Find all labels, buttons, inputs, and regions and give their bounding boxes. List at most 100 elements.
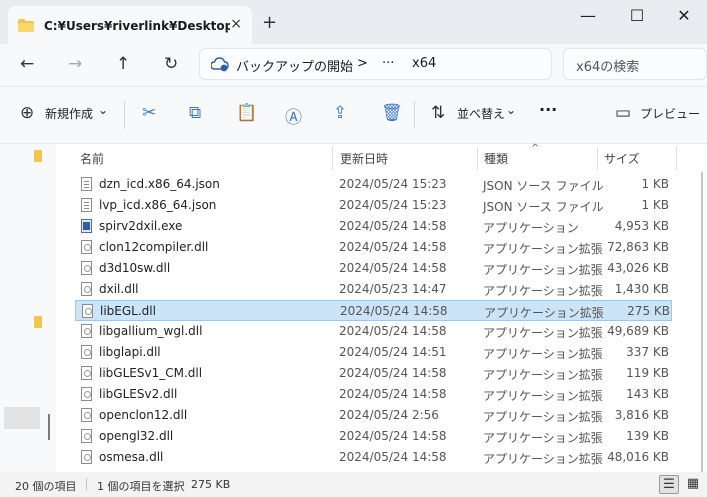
json-file-icon	[81, 198, 92, 212]
dll-file-icon	[81, 366, 92, 380]
file-type: アプリケーション拡張	[483, 284, 603, 298]
preview-button[interactable]: プレビュー	[640, 105, 700, 122]
file-size: 1 KB	[641, 177, 669, 191]
file-size: 275 KB	[627, 304, 670, 318]
file-size: 337 KB	[626, 345, 669, 359]
folder-icon	[34, 316, 42, 328]
file-type: アプリケーション拡張	[483, 242, 603, 256]
chevron-down-icon[interactable]: ⌄	[506, 103, 516, 117]
nav-selected-item[interactable]	[4, 407, 40, 429]
share-icon[interactable]: ⇪	[333, 103, 347, 123]
sort-icon: ⇅	[431, 103, 446, 123]
column-divider[interactable]	[477, 146, 478, 170]
file-size: 43,026 KB	[607, 261, 669, 275]
toolbar-divider	[414, 101, 415, 129]
file-row[interactable]: libGLESv2.dll 2024/05/24 14:58 アプリケーション拡張 1…	[75, 384, 672, 405]
paste-icon[interactable]: 📋	[236, 103, 257, 123]
back-button[interactable]: ←	[20, 54, 34, 74]
file-size: 49,689 KB	[607, 324, 669, 338]
sort-button[interactable]: 並べ替え	[457, 105, 505, 122]
delete-icon[interactable]: 🗑	[381, 103, 403, 123]
tab-current[interactable]: C:¥Users¥riverlink¥Desktop¥新 ×	[8, 6, 252, 44]
file-row[interactable]: spirv2dxil.exe 2024/05/24 14:58 アプリケーション 4,…	[75, 216, 672, 237]
navigation-pane[interactable]	[0, 144, 56, 472]
file-name: libgallium_wgl.dll	[99, 324, 203, 338]
dll-file-icon	[81, 408, 92, 422]
vertical-scrollbar[interactable]	[701, 172, 703, 472]
file-date: 2024/05/24 14:58	[339, 240, 447, 254]
column-header-date[interactable]: 更新日時	[340, 150, 388, 167]
file-type: アプリケーション拡張	[483, 263, 603, 277]
file-size: 143 KB	[626, 387, 669, 401]
column-header-size[interactable]: サイズ	[604, 150, 640, 167]
file-type: アプリケーション拡張	[483, 410, 603, 424]
preview-pane-icon: ▭	[615, 103, 632, 123]
tab-close-icon[interactable]: ×	[230, 16, 242, 32]
column-divider[interactable]	[676, 146, 677, 170]
file-row[interactable]: clon12compiler.dll 2024/05/24 14:58 アプリケーシ…	[75, 237, 672, 258]
file-type: アプリケーション拡張	[484, 306, 604, 320]
maximize-button[interactable]: ☐	[617, 6, 657, 25]
file-row[interactable]: libgallium_wgl.dll 2024/05/24 14:58 アプリケーシ…	[75, 321, 672, 342]
file-row[interactable]: libGLESv1_CM.dll 2024/05/24 14:58 アプリケーション…	[75, 363, 672, 384]
file-row[interactable]: osmesa.dll 2024/05/24 14:58 アプリケーション拡張 48,0…	[75, 447, 672, 468]
file-row[interactable]: lvp_icd.x86_64.json 2024/05/24 15:23 JSON …	[75, 195, 672, 216]
minimize-button[interactable]: —	[568, 6, 608, 25]
breadcrumb-ellipsis[interactable]: ···	[382, 56, 394, 71]
new-button[interactable]: 新規作成	[45, 105, 93, 122]
dll-file-icon	[81, 345, 92, 359]
close-window-button[interactable]: ✕	[664, 6, 704, 25]
more-options-icon[interactable]: ···	[539, 100, 557, 119]
dll-file-icon	[81, 261, 92, 275]
file-name: osmesa.dll	[99, 450, 164, 464]
file-date: 2024/05/24 14:58	[339, 429, 447, 443]
details-view-button[interactable]: ☰	[659, 475, 679, 494]
column-divider[interactable]	[332, 146, 333, 170]
item-count: 20 個の項目	[15, 480, 77, 493]
status-divider	[86, 478, 87, 491]
nav-scrollbar[interactable]	[48, 414, 50, 440]
file-size: 4,953 KB	[614, 219, 669, 233]
selection-count: 1 個の項目を選択	[97, 480, 185, 493]
file-type: JSON ソース ファイル	[483, 200, 604, 214]
file-type: アプリケーション拡張	[483, 389, 603, 403]
sort-indicator-icon: ^	[531, 143, 540, 154]
file-size: 72,863 KB	[607, 240, 669, 254]
file-name: clon12compiler.dll	[99, 240, 209, 254]
copy-icon[interactable]: ⧉	[189, 103, 201, 123]
tiles-view-button[interactable]: ▦	[683, 475, 703, 494]
file-row[interactable]: openclon12.dll 2024/05/24 2:56 アプリケーション拡張 3…	[75, 405, 672, 426]
dll-file-icon	[81, 240, 92, 254]
column-header-name[interactable]: 名前	[80, 150, 104, 167]
search-input[interactable]: x64の検索	[563, 48, 707, 80]
file-row[interactable]: d3d10sw.dll 2024/05/24 14:58 アプリケーション拡張 43,…	[75, 258, 672, 279]
file-name: openclon12.dll	[99, 408, 188, 422]
title-bar: C:¥Users¥riverlink¥Desktop¥新 × + — ☐ ✕	[0, 0, 707, 44]
file-row[interactable]: opengl32.dll 2024/05/24 14:58 アプリケーション拡張 13…	[75, 426, 672, 447]
column-divider[interactable]	[597, 146, 598, 170]
toolbar-divider	[124, 101, 125, 129]
breadcrumb-backup[interactable]: バックアップの開始	[236, 56, 353, 75]
column-header-row: 名前 更新日時 種類 ^ サイズ	[56, 143, 707, 172]
application-file-icon	[81, 219, 92, 233]
breadcrumb-current[interactable]: x64	[412, 56, 436, 71]
file-type: JSON ソース ファイル	[483, 179, 604, 193]
new-tab-button[interactable]: +	[262, 12, 277, 33]
new-icon: ⊕	[20, 103, 35, 123]
file-date: 2024/05/24 14:51	[339, 345, 447, 359]
refresh-button[interactable]: ↻	[164, 54, 178, 74]
address-field[interactable]: バックアップの開始 > ··· x64	[199, 48, 552, 80]
file-row[interactable]: dxil.dll 2024/05/23 14:47 アプリケーション拡張 1,430 …	[75, 279, 672, 300]
cut-icon[interactable]: ✂	[142, 103, 156, 123]
rename-icon[interactable]: Ⓐ	[285, 103, 302, 128]
dll-file-icon	[81, 450, 92, 464]
file-row[interactable]: dzn_icd.x86_64.json 2024/05/24 15:23 JSON …	[75, 174, 672, 195]
cloud-backup-icon	[211, 57, 229, 72]
forward-button[interactable]: →	[68, 54, 82, 74]
column-header-type[interactable]: 種類	[484, 150, 508, 167]
file-type: アプリケーション拡張	[483, 431, 603, 445]
up-button[interactable]: ↑	[116, 54, 130, 74]
chevron-down-icon[interactable]: ⌄	[98, 103, 108, 117]
file-row[interactable]: libEGL.dll 2024/05/24 14:58 アプリケーション拡張 275 …	[75, 300, 672, 321]
file-row[interactable]: libglapi.dll 2024/05/24 14:51 アプリケーション拡張 33…	[75, 342, 672, 363]
